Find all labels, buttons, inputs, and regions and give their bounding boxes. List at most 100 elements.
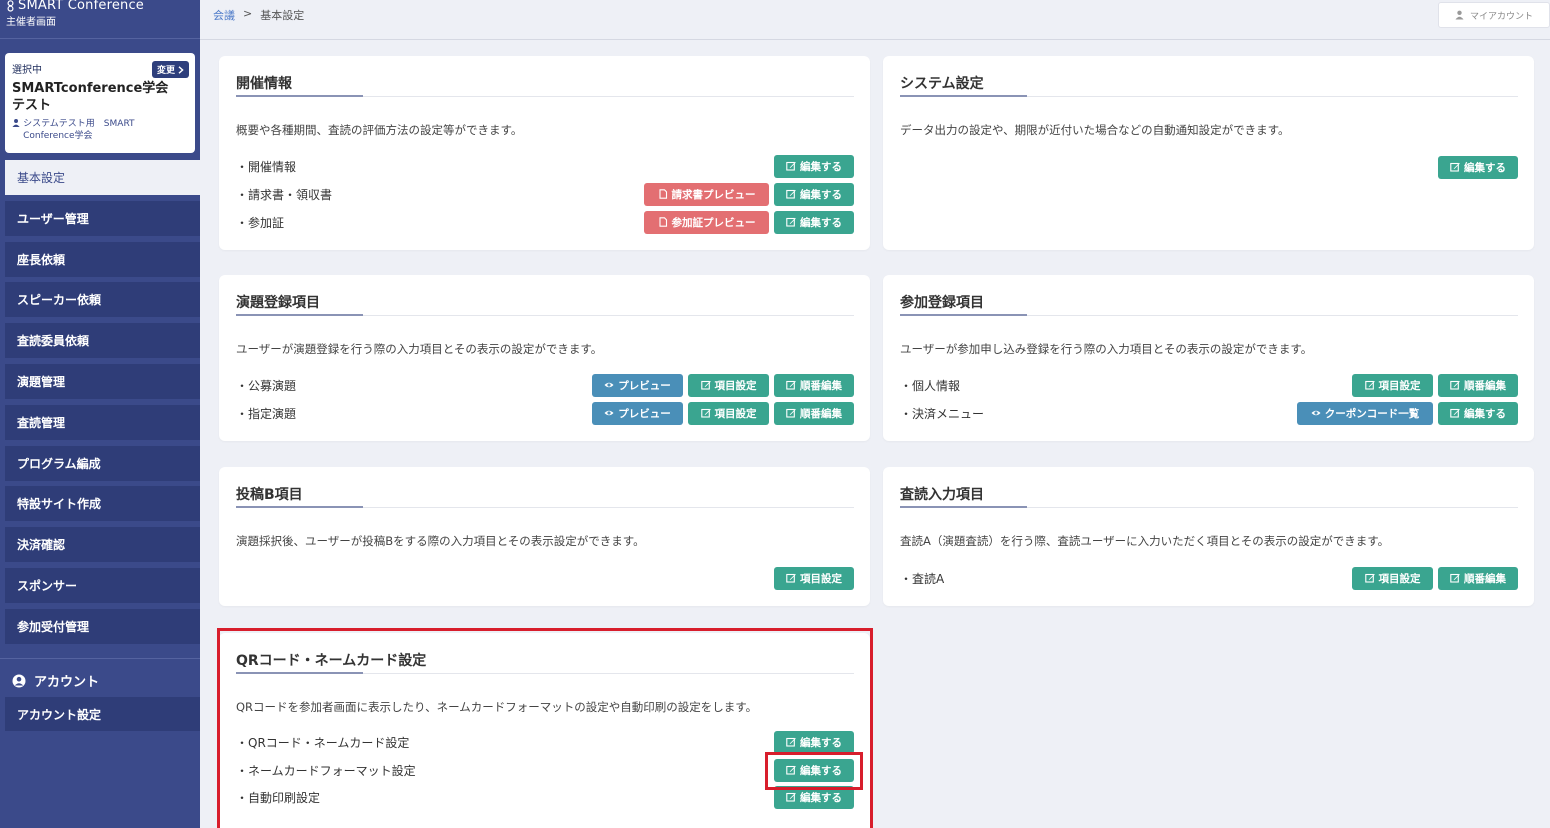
sidebar-item-account-settings[interactable]: アカウント設定	[5, 697, 200, 731]
edit-icon	[786, 380, 796, 390]
card-divider	[900, 314, 1518, 316]
card-divider	[236, 314, 854, 316]
card-sanka: 参加登録項目 ユーザーが参加申し込み登録を行う際の入力項目とその表示の設定ができ…	[883, 275, 1534, 441]
sidebar-item-abstract-management[interactable]: 演題管理	[5, 363, 200, 399]
card-description: 査読A（演題査読）を行う際、査読ユーザーに入力いただく項目とその表示の設定ができ…	[900, 534, 1390, 548]
card-title: 参加登録項目	[900, 295, 984, 311]
edit-button[interactable]: 編集する	[1438, 155, 1518, 179]
change-conference-button[interactable]: 変更	[151, 61, 189, 78]
settings-row: ・公募演題 プレビュー 項目設定 順番編集	[236, 373, 854, 397]
sidebar-item-review-management[interactable]: 査読管理	[5, 404, 200, 440]
brand-subtitle: 主催者画面	[6, 17, 56, 28]
button-label: 項目設定	[800, 572, 842, 585]
brand-title: SMART Conference	[6, 0, 194, 13]
card-description: ユーザーが参加申し込み登録を行う際の入力項目とその表示の設定ができます。	[900, 342, 1313, 356]
breadcrumb-current: 基本設定	[260, 9, 305, 22]
preview-button[interactable]: プレビュー	[592, 401, 683, 425]
row-label: ・決済メニュー	[900, 406, 985, 421]
card-sadoku: 査読入力項目 査読A（演題査読）を行う際、査読ユーザーに入力いただく項目とその表…	[883, 467, 1534, 606]
button-label: 編集する	[800, 160, 842, 173]
edit-button[interactable]: 編集する	[774, 182, 854, 206]
button-label: 順番編集	[800, 407, 842, 420]
user-icon	[12, 119, 20, 128]
button-label: 項目設定	[714, 407, 757, 420]
card-kaisai: 開催情報 概要や各種期間、査読の評価方法の設定等ができます。 ・開催情報 編集す…	[219, 56, 870, 250]
order-edit-button[interactable]: 順番編集	[1438, 373, 1518, 397]
sidebar-divider	[0, 658, 200, 659]
edit-icon	[1450, 573, 1460, 583]
sidebar-item-chair-request[interactable]: 座長依頼	[5, 241, 200, 277]
row-label: ・参加証	[236, 215, 285, 230]
card-toukou: 投稿B項目 演題採択後、ユーザーが投稿Bをする際の入力項目とその表示設定ができま…	[219, 467, 870, 606]
settings-row: ・査読A 項目設定 順番編集	[900, 566, 1518, 590]
card-divider	[236, 95, 854, 97]
button-label: クーポンコード一覧	[1324, 407, 1420, 420]
invoice-preview-button[interactable]: 請求書プレビュー	[644, 182, 769, 206]
button-label: プレビュー	[618, 407, 671, 420]
my-account-button[interactable]: マイアカウント	[1438, 2, 1550, 28]
edit-icon	[786, 573, 796, 583]
breadcrumb-separator: >	[243, 7, 253, 20]
card-divider	[236, 506, 854, 508]
item-settings-button[interactable]: 項目設定	[688, 401, 769, 425]
sidebar-item-program[interactable]: プログラム編成	[5, 445, 200, 481]
coupon-list-button[interactable]: クーポンコード一覧	[1297, 401, 1433, 425]
order-edit-button[interactable]: 順番編集	[1438, 566, 1518, 590]
edit-icon	[786, 217, 796, 227]
sidebar-nav: 基本設定 ユーザー管理 座長依頼 スピーカー依頼 査読委員依頼 演題管理 査読管…	[5, 160, 200, 650]
button-label: 編集する	[800, 188, 842, 201]
button-label: プレビュー	[618, 379, 671, 392]
item-settings-button[interactable]: 項目設定	[1352, 373, 1433, 397]
edit-icon	[1365, 573, 1375, 583]
row-label: ・個人情報	[900, 378, 961, 393]
sidebar-item-basic-settings[interactable]: 基本設定	[5, 160, 200, 195]
certificate-preview-button[interactable]: 参加証プレビュー	[644, 210, 769, 234]
settings-row: ・参加証 参加証プレビュー 編集する	[236, 210, 854, 234]
item-settings-button[interactable]: 項目設定	[1352, 566, 1433, 590]
card-title: 演題登録項目	[236, 295, 320, 311]
breadcrumb: 会議 > 基本設定	[213, 7, 304, 23]
row-label: ・指定演題	[236, 406, 297, 421]
account-heading-text: アカウント	[34, 675, 100, 690]
row-label: ・公募演題	[236, 378, 297, 393]
document-icon	[658, 189, 668, 199]
account-circle-icon	[12, 674, 26, 687]
card-description: データ出力の設定や、期限が近付いた場合などの自動通知設定ができます。	[900, 123, 1290, 137]
sidebar-item-user-management[interactable]: ユーザー管理	[5, 200, 200, 236]
sidebar-item-special-site[interactable]: 特設サイト作成	[5, 486, 200, 522]
card-divider	[900, 95, 1518, 97]
card-description: 演題採択後、ユーザーが投稿Bをする際の入力項目とその表示設定ができます。	[236, 534, 645, 548]
edit-button[interactable]: 編集する	[774, 154, 854, 178]
order-edit-button[interactable]: 順番編集	[774, 401, 854, 425]
eye-icon	[1311, 408, 1321, 418]
edit-button[interactable]: 編集する	[774, 210, 854, 234]
edit-icon	[1450, 380, 1460, 390]
card-title: システム設定	[900, 76, 984, 92]
row-label: ・請求書・領収書	[236, 187, 333, 202]
button-label: 請求書プレビュー	[671, 188, 756, 201]
brand-title-text: SMART Conference	[18, 0, 145, 13]
sidebar-item-reception[interactable]: 参加受付管理	[5, 608, 200, 644]
edit-button[interactable]: 編集する	[1438, 401, 1518, 425]
edit-icon	[1365, 380, 1375, 390]
order-edit-button[interactable]: 順番編集	[774, 373, 854, 397]
sidebar-item-sponsor[interactable]: スポンサー	[5, 567, 200, 603]
button-label: 編集する	[1464, 161, 1506, 174]
item-settings-button[interactable]: 項目設定	[688, 373, 769, 397]
sidebar-item-reviewer-request[interactable]: 査読委員依頼	[5, 323, 200, 359]
card-divider	[900, 506, 1518, 508]
change-label: 変更	[156, 66, 175, 76]
breadcrumb-link-conference[interactable]: 会議	[213, 7, 235, 23]
button-label: 項目設定	[1378, 572, 1421, 585]
sidebar-item-payment[interactable]: 決済確認	[5, 527, 200, 563]
card-description: 概要や各種期間、査読の評価方法の設定等ができます。	[236, 123, 523, 137]
settings-row: ・指定演題 プレビュー 項目設定 順番編集	[236, 401, 854, 425]
sidebar-item-speaker-request[interactable]: スピーカー依頼	[5, 282, 200, 318]
edit-icon	[1450, 408, 1460, 418]
button-label: 編集する	[800, 216, 842, 229]
card-endai: 演題登録項目 ユーザーが演題登録を行う際の入力項目とその表示の設定ができます。 …	[219, 275, 870, 441]
settings-row: 項目設定	[236, 566, 854, 590]
preview-button[interactable]: プレビュー	[592, 373, 683, 397]
settings-row: ・決済メニュー クーポンコード一覧 編集する	[900, 401, 1518, 425]
item-settings-button[interactable]: 項目設定	[774, 566, 854, 590]
